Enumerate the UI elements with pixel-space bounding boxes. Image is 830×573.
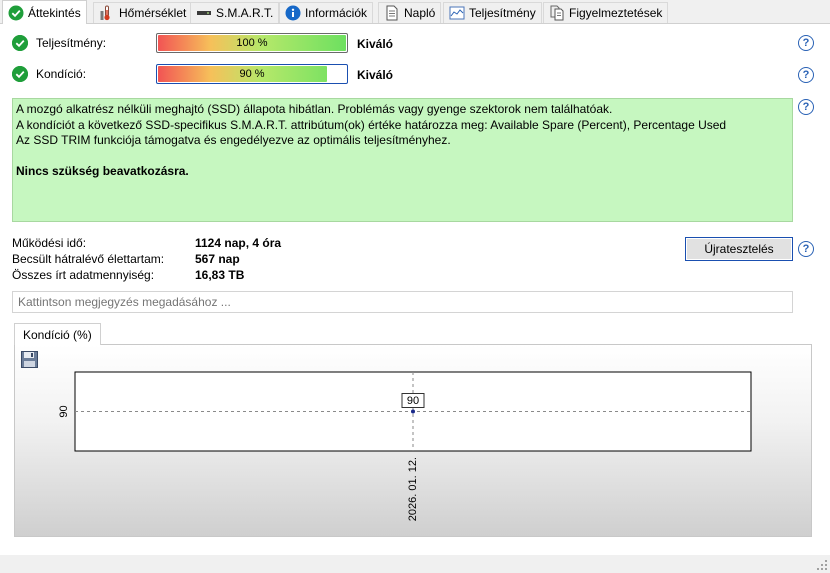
performance-progress-bar: 100 % (156, 33, 348, 53)
tab-label: Áttekintés (28, 5, 81, 20)
uptime-label: Működési idő: (12, 236, 87, 250)
tab-label: Hőmérséklet (119, 6, 187, 20)
total-written-label: Összes írt adatmennyiség: (12, 268, 155, 282)
performance-row: Teljesítmény: (12, 33, 812, 53)
retest-button[interactable]: Újratesztelés (685, 237, 793, 261)
info-icon (285, 5, 301, 21)
performance-label: Teljesítmény: (36, 36, 107, 50)
status-line: A kondíciót a következő SSD-specifikus S… (16, 117, 727, 132)
remaining-life-value: 567 nap (195, 252, 240, 266)
warnings-icon (549, 5, 565, 21)
tab-label: S.M.A.R.T. (216, 6, 274, 20)
tab-naplo[interactable]: Napló (378, 2, 442, 23)
performance-help-icon[interactable]: ? (798, 35, 814, 51)
thermometer-icon (99, 5, 115, 21)
note-input[interactable] (12, 291, 793, 313)
condition-rating: Kiváló (357, 68, 394, 82)
tab-label: Információk (305, 6, 368, 20)
condition-chart-panel: 90 2026. 01. 12. 90 (14, 344, 812, 537)
tab-attekintes[interactable]: Áttekintés (2, 0, 87, 24)
condition-bar-text: 90 % (239, 68, 265, 80)
performance-chart-icon (449, 5, 465, 21)
data-label: 90 (407, 395, 419, 407)
status-strip (0, 555, 830, 573)
status-line: Az SSD TRIM funkciója támogatva és enged… (16, 133, 451, 147)
performance-rating: Kiváló (357, 37, 394, 51)
tab-figyelmeztetesek[interactable]: Figyelmeztetések (543, 2, 669, 23)
tab-label: Teljesítmény (469, 6, 536, 20)
tab-condition-chart[interactable]: Kondíció (%) (14, 323, 101, 345)
drive-icon (196, 5, 212, 21)
x-tick-label: 2026. 01. 12. (407, 457, 419, 521)
tab-bar: Áttekintés Hőmérséklet S.M.A.R.T. Inform… (0, 0, 830, 24)
condition-row: Kondíció: (12, 64, 812, 84)
tab-teljesitmeny[interactable]: Teljesítmény (443, 2, 542, 23)
condition-progress-bar: 90 % (156, 64, 348, 84)
y-tick-label: 90 (58, 405, 70, 417)
document-icon (384, 5, 400, 21)
status-conclusion: Nincs szükség beavatkozásra. (16, 163, 189, 178)
tab-homerseklet[interactable]: Hőmérséklet (93, 2, 193, 23)
overview-panel: Teljesítmény: 100 % Kiváló ? Kondíció: 9… (0, 23, 830, 555)
condition-help-icon[interactable]: ? (798, 67, 814, 83)
data-point (411, 409, 415, 414)
tab-label: Napló (404, 6, 436, 20)
condition-label: Kondíció: (36, 67, 87, 81)
retest-help-icon[interactable]: ? (798, 241, 814, 257)
resize-grip-icon[interactable] (816, 559, 828, 571)
tab-informaciok[interactable]: Információk (279, 2, 374, 23)
check-circle-icon (8, 5, 24, 21)
status-line: A mozgó alkatrész nélküli meghajtó (SSD)… (16, 102, 613, 116)
status-message-box: A mozgó alkatrész nélküli meghajtó (SSD)… (12, 98, 793, 222)
uptime-value: 1124 nap, 4 óra (195, 236, 282, 250)
ok-status-icon (12, 66, 28, 82)
tab-smart[interactable]: S.M.A.R.T. (190, 2, 280, 23)
performance-bar-text: 100 % (236, 37, 268, 49)
remaining-life-label: Becsült hátralévő élettartam: (12, 252, 165, 266)
status-help-icon[interactable]: ? (798, 99, 814, 115)
condition-chart-svg: 90 2026. 01. 12. 90 (58, 371, 752, 521)
total-written-value: 16,83 TB (195, 268, 245, 282)
tab-label: Figyelmeztetések (569, 6, 663, 20)
ok-status-icon (12, 35, 28, 51)
